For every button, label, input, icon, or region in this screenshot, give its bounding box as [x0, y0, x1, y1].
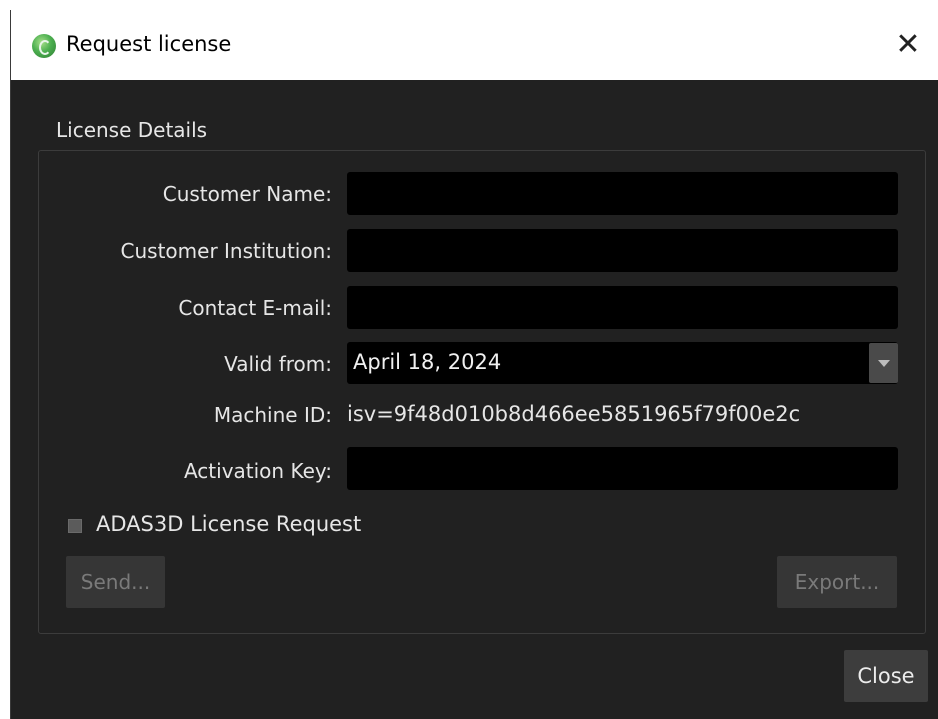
machine-id-value: isv=9f48d010b8d466ee5851965f79f00e2c	[347, 402, 801, 426]
valid-from-label: Valid from:	[224, 352, 332, 376]
valid-from-date-picker[interactable]: April 18, 2024	[347, 342, 898, 384]
app-icon	[32, 34, 56, 58]
window-title: Request license	[66, 32, 232, 56]
close-button[interactable]: Close	[844, 650, 928, 702]
group-title: License Details	[56, 118, 208, 142]
customer-name-label: Customer Name:	[162, 182, 332, 206]
activation-key-field[interactable]	[347, 447, 898, 490]
close-icon[interactable]: ✕	[893, 28, 923, 62]
activation-key-label: Activation Key:	[183, 459, 332, 483]
request-license-dialog: Request license ✕ License Details Custom…	[10, 10, 938, 719]
adas3d-request-label[interactable]: ADAS3D License Request	[96, 512, 361, 536]
machine-id-label: Machine ID:	[213, 403, 332, 427]
chevron-down-icon[interactable]	[869, 343, 898, 383]
customer-institution-label: Customer Institution:	[120, 239, 332, 263]
customer-name-field[interactable]	[347, 172, 898, 215]
valid-from-value: April 18, 2024	[353, 350, 502, 374]
adas3d-request-checkbox[interactable]	[68, 519, 82, 533]
contact-email-field[interactable]	[347, 286, 898, 329]
title-bar: Request license ✕	[11, 10, 938, 80]
customer-institution-field[interactable]	[347, 229, 898, 272]
send-button[interactable]: Send...	[66, 556, 165, 608]
export-button[interactable]: Export...	[777, 556, 897, 608]
contact-email-label: Contact E-mail:	[178, 296, 332, 320]
